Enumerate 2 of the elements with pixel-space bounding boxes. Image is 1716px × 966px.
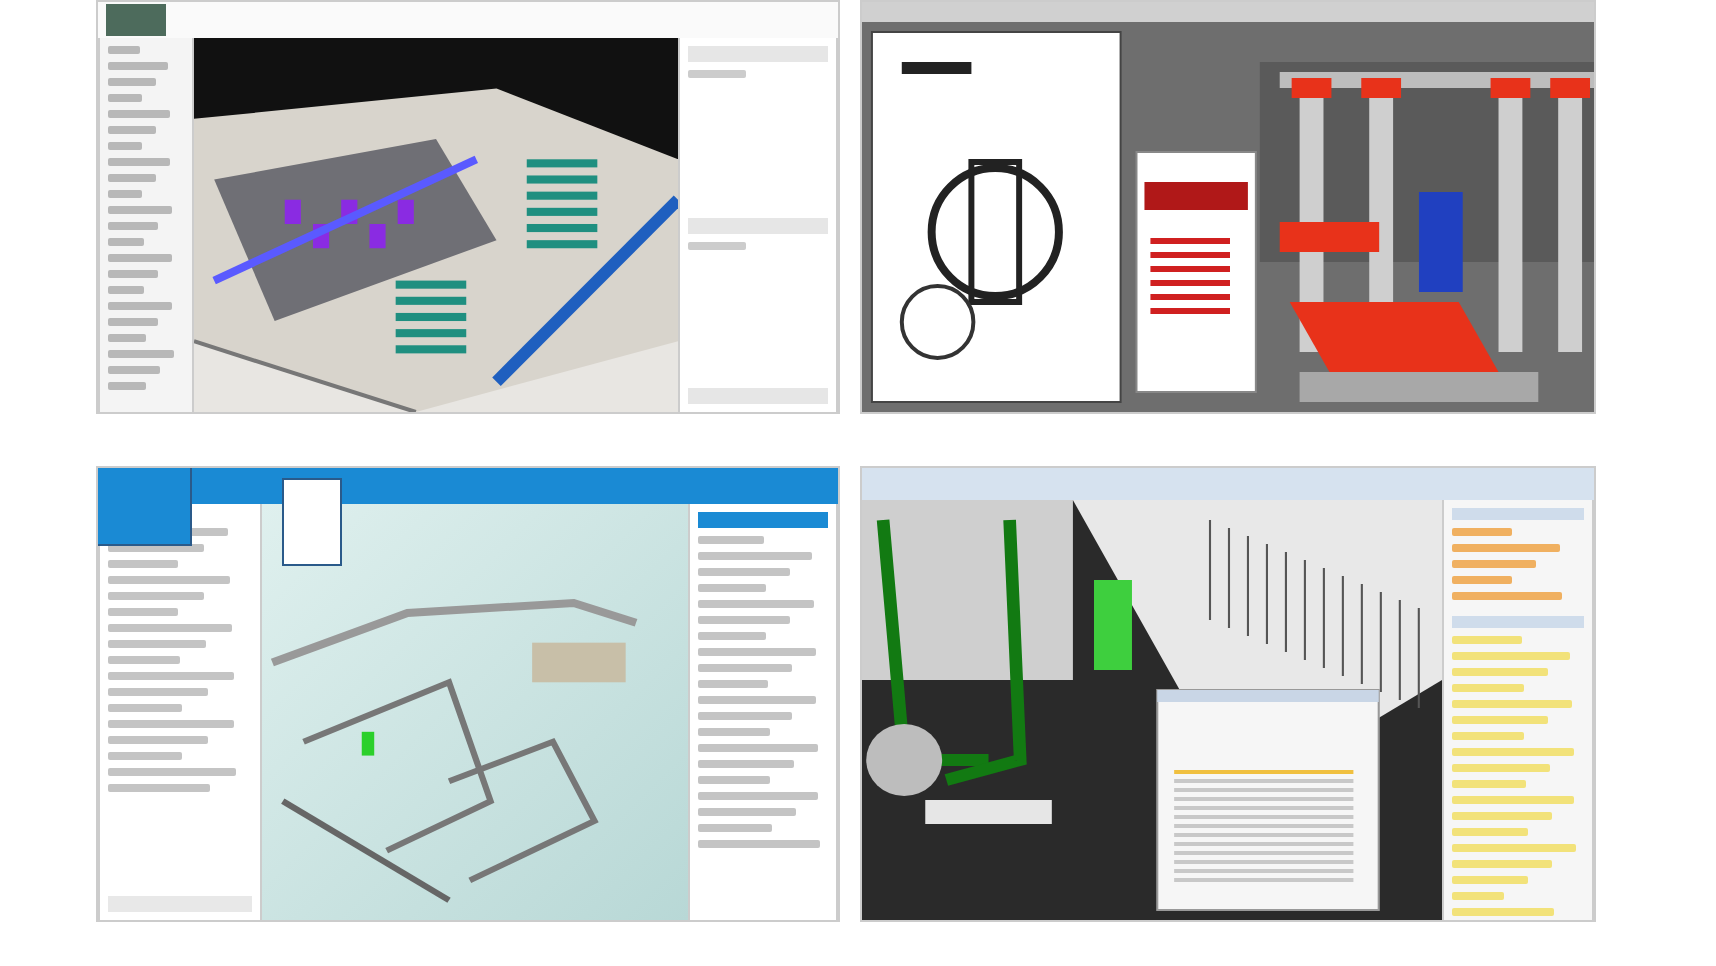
blank-card	[282, 478, 342, 566]
logo-icon	[106, 4, 166, 36]
